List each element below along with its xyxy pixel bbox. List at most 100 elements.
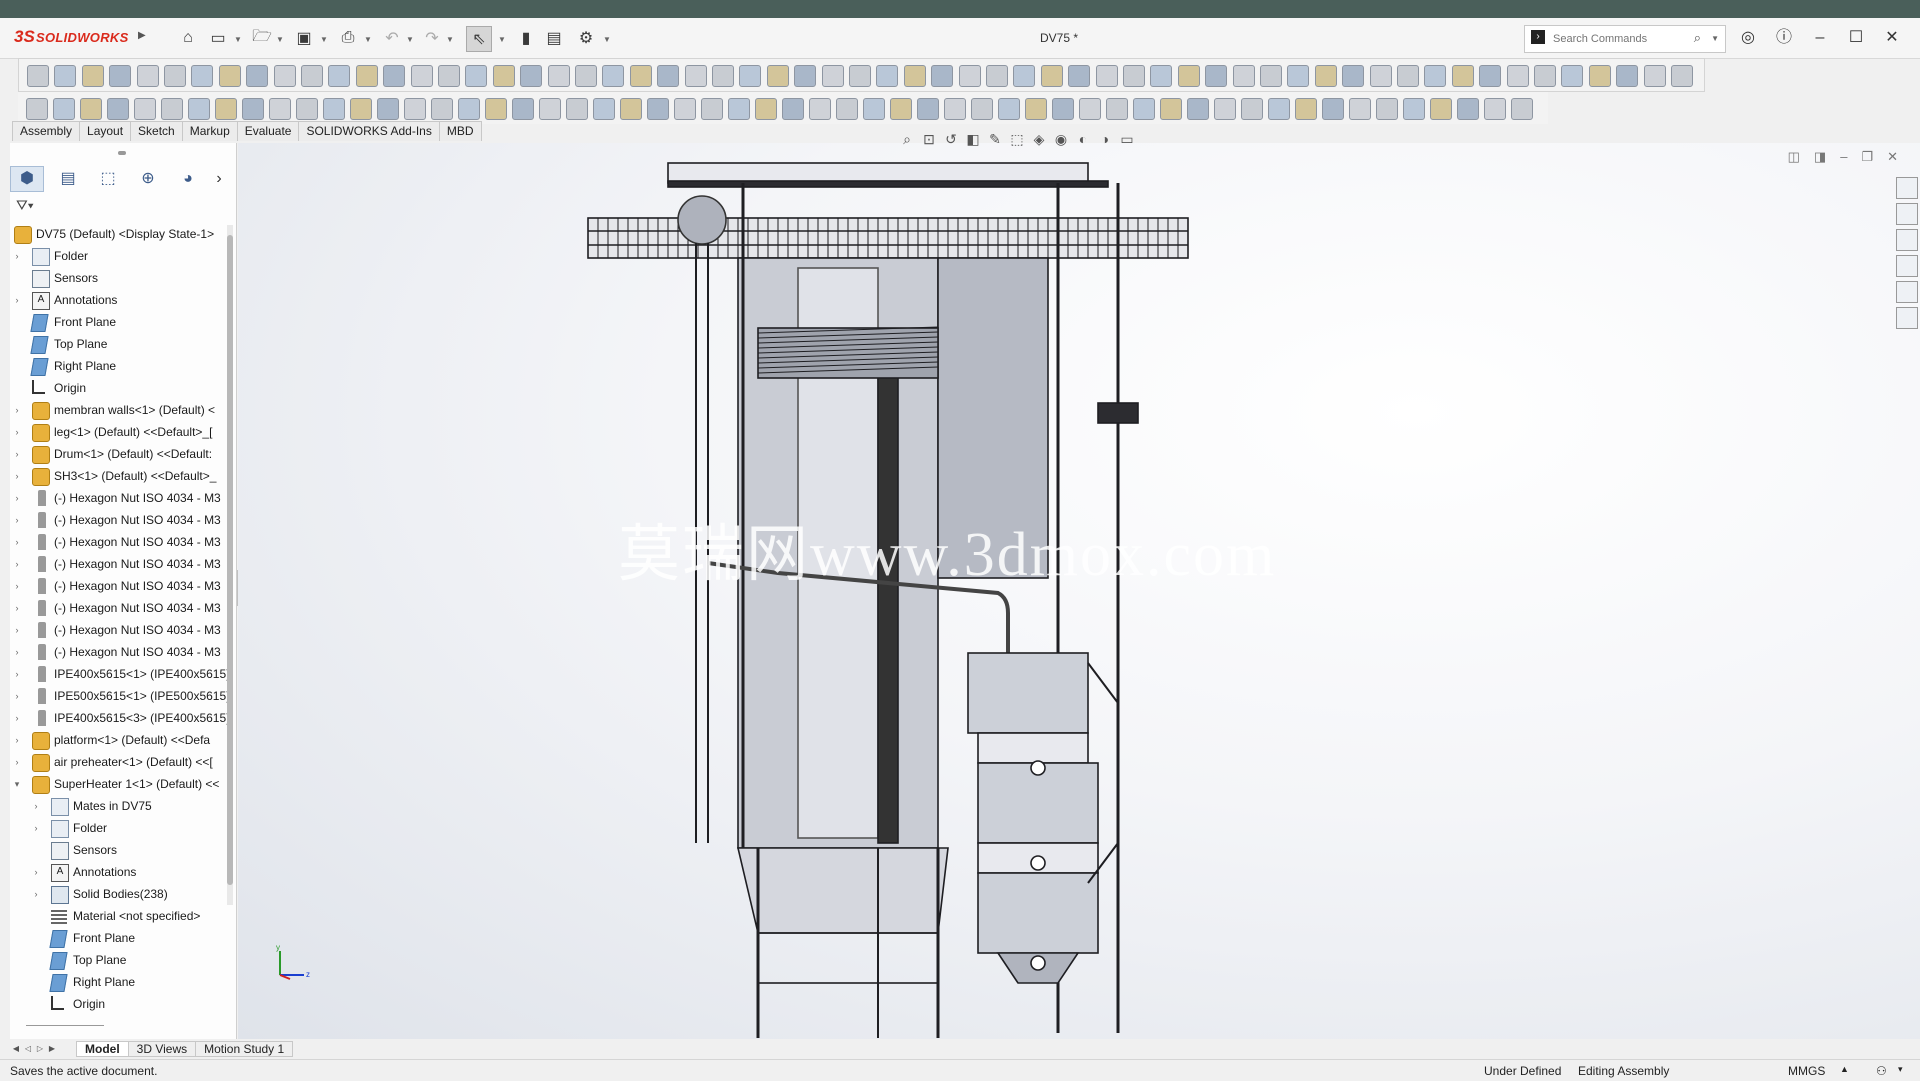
tools-tool-icon-11[interactable] [296,98,318,120]
tools-tool-icon-12[interactable] [323,98,345,120]
viewport-split2-icon[interactable]: ◨ [1814,149,1826,165]
graphics-area[interactable]: 莫瑞网www.3dmox.com ◫ ◨ – ❐ ✕ y z [238,143,1920,1039]
tree-node[interactable]: Sensors [10,839,232,861]
viewport-split-icon[interactable]: ◫ [1788,149,1800,165]
tools-tool-icon-7[interactable] [188,98,210,120]
custom-properties-icon[interactable] [1896,307,1918,329]
feature-tree-tab-icon[interactable]: ⬢ [10,166,44,192]
redo-icon[interactable]: ↷ [420,26,444,50]
tab-solidworks-add-ins[interactable]: SOLIDWORKS Add-Ins [298,121,440,141]
configuration-manager-tab-icon[interactable]: ⬚ [92,167,124,191]
print-dropdown-icon[interactable]: ▼ [364,35,372,44]
expand-arrow-icon[interactable]: › [12,575,22,597]
expand-arrow-icon[interactable]: › [12,399,22,421]
tools-tool-icon-23[interactable] [620,98,642,120]
tools-tool-icon-22[interactable] [593,98,615,120]
zoom-area-icon[interactable]: ⊡ [920,130,938,148]
tools-tool-icon-53[interactable] [1430,98,1452,120]
tools-tool-icon-36[interactable] [971,98,993,120]
tree-node[interactable]: › A Annotations [10,289,232,311]
tree-scrollbar-thumb[interactable] [227,235,233,885]
assembly-tool-icon-25[interactable] [684,65,707,87]
assembly-tool-icon-30[interactable] [821,65,844,87]
tree-node[interactable]: › Mates in DV75 [10,795,232,817]
tools-tool-icon-28[interactable] [755,98,777,120]
tools-tool-icon-37[interactable] [998,98,1020,120]
tools-tool-icon-27[interactable] [728,98,750,120]
assembly-tool-icon-22[interactable] [602,65,625,87]
tools-tool-icon-42[interactable] [1133,98,1155,120]
assembly-tool-icon-5[interactable] [136,65,159,87]
filter-icon[interactable]: ⛛▾ [16,197,34,214]
assembly-tool-icon-57[interactable] [1561,65,1584,87]
more-tabs-icon[interactable]: › [212,167,226,191]
tree-node[interactable]: › (-) Hexagon Nut ISO 4034 - M3 [10,619,232,641]
assembly-tool-icon-38[interactable] [1040,65,1063,87]
assembly-tool-icon-53[interactable] [1451,65,1474,87]
assembly-tool-icon-29[interactable] [794,65,817,87]
tab-layout[interactable]: Layout [79,121,132,141]
redo-dropdown-icon[interactable]: ▼ [446,35,454,44]
tools-tool-icon-15[interactable] [404,98,426,120]
hide-show-items-icon[interactable]: ◉ [1052,130,1070,148]
tree-node[interactable]: › platform<1> (Default) <<Defa [10,729,232,751]
search-commands-box[interactable]: › ⌕ ▼ [1524,25,1726,53]
tools-tool-icon-40[interactable] [1079,98,1101,120]
open-dropdown-icon[interactable]: ▼ [276,35,284,44]
expand-arrow-icon[interactable]: › [12,619,22,641]
tools-tool-icon-55[interactable] [1484,98,1506,120]
appearances-icon[interactable] [1896,281,1918,303]
tools-tool-icon-41[interactable] [1106,98,1128,120]
assembly-tool-icon-40[interactable] [1095,65,1118,87]
tree-node[interactable]: › IPE400x5615<1> (IPE400x5615) [10,663,232,685]
tree-node[interactable]: › Folder [10,245,232,267]
tools-tool-icon-32[interactable] [863,98,885,120]
tree-node[interactable]: › IPE500x5615<1> (IPE500x5615) [10,685,232,707]
assembly-tool-icon-36[interactable] [986,65,1008,87]
tools-tool-icon-5[interactable] [134,98,156,120]
tree-node[interactable]: › SH3<1> (Default) <<Default>_ [10,465,232,487]
view-palette-icon[interactable] [1896,255,1918,277]
tools-tool-icon-18[interactable] [485,98,507,120]
tree-node[interactable]: › (-) Hexagon Nut ISO 4034 - M3 [10,641,232,663]
expand-arrow-icon[interactable]: › [12,729,22,751]
tree-node[interactable]: Right Plane [10,971,232,993]
tools-tool-icon-34[interactable] [917,98,939,120]
tools-tool-icon-38[interactable] [1025,98,1047,120]
assembly-tool-icon-9[interactable] [246,65,269,87]
tree-node[interactable]: › (-) Hexagon Nut ISO 4034 - M3 [10,597,232,619]
expand-arrow-icon[interactable]: › [12,289,22,311]
expand-arrow-icon[interactable]: › [12,597,22,619]
assembly-tool-icon-48[interactable] [1314,65,1337,87]
assembly-tool-icon-2[interactable] [54,65,77,87]
tools-tool-icon-31[interactable] [836,98,858,120]
new-document-icon[interactable]: ▭ [206,26,230,50]
tab-assembly[interactable]: Assembly [12,121,81,141]
assembly-tool-icon-4[interactable] [109,65,132,87]
expand-arrow-icon[interactable]: › [12,641,22,663]
expand-arrow-icon[interactable]: › [31,861,41,883]
assembly-tool-icon-23[interactable] [629,65,652,87]
assembly-tool-icon-26[interactable] [712,65,734,87]
tools-tool-icon-29[interactable] [782,98,804,120]
tools-tool-icon-21[interactable] [566,98,588,120]
dimxpert-tab-icon[interactable]: ⊕ [132,167,164,191]
tree-root[interactable]: DV75 (Default) <Display State-1> [10,223,232,245]
tab-sketch[interactable]: Sketch [130,121,183,141]
zoom-to-fit-icon[interactable]: ⌕ [898,130,916,148]
save-dropdown-icon[interactable]: ▼ [320,35,328,44]
apply-scene-icon[interactable]: ◑ [1096,130,1114,148]
tools-tool-icon-6[interactable] [161,98,183,120]
tree-node[interactable]: Material <not specified> [10,905,232,927]
tools-tool-icon-43[interactable] [1160,98,1182,120]
assembly-tool-icon-47[interactable] [1287,65,1310,87]
assembly-tool-icon-10[interactable] [273,65,296,87]
tools-tool-icon-48[interactable] [1295,98,1317,120]
assembly-tool-icon-8[interactable] [218,65,241,87]
dynamic-annotation-icon[interactable]: ✎ [986,130,1004,148]
tree-node[interactable]: › Drum<1> (Default) <<Default: [10,443,232,465]
options-gear-icon[interactable]: ⚙ [574,26,598,50]
tools-tool-icon-47[interactable] [1268,98,1290,120]
solidworks-resources-icon[interactable] [1896,177,1918,199]
assembly-tool-icon-21[interactable] [575,65,597,87]
